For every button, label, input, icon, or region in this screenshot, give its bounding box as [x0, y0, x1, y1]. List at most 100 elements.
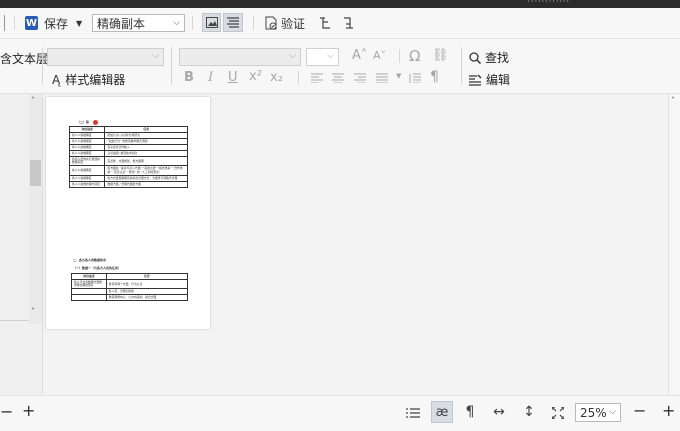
- left-panel: ˄ ˅: [0, 94, 43, 394]
- fullscreen-icon[interactable]: [550, 405, 566, 421]
- bold-button[interactable]: B: [184, 70, 194, 85]
- fit-height-icon[interactable]: ↕: [522, 403, 536, 421]
- zoom-in-left-button[interactable]: +: [22, 401, 35, 420]
- divider: [42, 47, 43, 85]
- edit-button[interactable]: 编辑: [469, 71, 510, 88]
- chevron-down-icon: ⌵: [327, 51, 334, 61]
- divider: [298, 71, 299, 85]
- edit-label: 编辑: [486, 73, 511, 87]
- list-icon: [406, 408, 420, 418]
- align-center-icon[interactable]: [331, 72, 345, 84]
- find-button[interactable]: 查找: [469, 49, 509, 66]
- save-label: 保存: [44, 16, 69, 31]
- toolbar-edge: [0, 8, 8, 38]
- word-icon: W: [25, 16, 38, 30]
- align-dropdown-icon[interactable]: ▼: [396, 72, 401, 80]
- verify-icon: [265, 16, 277, 30]
- chevron-down-icon: ⌵: [173, 18, 180, 28]
- list-view-button[interactable]: [404, 405, 422, 421]
- table-row: 各人人讲数的理分项目 数据方面 / 合理方面的方面: [68, 180, 188, 188]
- table-cell: 各方面在 “素养与意义方面” “完成之增” “模式体系” “合作体验” “完善认…: [104, 165, 188, 176]
- zoom-out-left-button[interactable]: −: [0, 402, 13, 421]
- document-viewport[interactable]: （二）职 岗位描述 任务 各人人讲数理度 增加认识/ 认识并分析研究 各人人讲数理度 “如…: [43, 94, 668, 394]
- table-cell: 数据方面 / 合理方面的方面: [104, 180, 188, 188]
- zoom-select[interactable]: 25% ⌵: [575, 403, 621, 422]
- scroll-down-icon[interactable]: ˅: [31, 307, 35, 316]
- align-right-icon[interactable]: [353, 72, 367, 84]
- text-view-button[interactable]: [223, 13, 243, 32]
- style-editor-button[interactable]: Ą 样式编辑器: [52, 71, 125, 88]
- document-page: （二）职 岗位描述 任务 各人人讲数理度 增加认识/ 认识并分析研究 各人人讲数理度 “如…: [46, 97, 210, 329]
- image-icon: [205, 17, 218, 28]
- divider: [399, 49, 400, 63]
- left-scrollbar[interactable]: ˄ ˅: [29, 94, 42, 324]
- table-row: 各人与合各数理方面数学理论程的研究 整项有两个方面、行为认识: [71, 279, 189, 290]
- shrink-font-button[interactable]: A˅: [373, 49, 386, 62]
- ae-ligature-button[interactable]: æ: [431, 401, 453, 423]
- font-size-combo[interactable]: ⌵: [306, 48, 339, 66]
- table-row: 各人人讲数理度 各方面在 “素养与意义方面” “完成之增” “模式体系” “合作体…: [68, 165, 188, 176]
- line-spacing-icon[interactable]: [408, 72, 422, 84]
- insert-below-button[interactable]: [341, 15, 355, 31]
- image-view-button[interactable]: [202, 13, 221, 32]
- find-icon: [469, 51, 481, 64]
- divider: [253, 16, 254, 30]
- text-layer-label[interactable]: 含文本层: [0, 50, 48, 67]
- link-icon[interactable]: ⛓: [432, 48, 449, 63]
- fit-width-icon[interactable]: ↔: [490, 403, 508, 421]
- table-row: 数项调整中心、以方向来的、综合方面: [71, 294, 189, 302]
- table-cell: 数项调整中心、以方向来的、综合方面: [105, 294, 189, 302]
- task-table-2: 岗位描述 任务 各人与合各数理方面数学理论程的研究 整项有两个方面、行为认识 各人员、合…: [71, 272, 189, 302]
- status-bar: − + æ ¶ ↔ ↕ 25% ⌵ − +: [0, 395, 680, 431]
- save-button[interactable]: 保存 ▼: [44, 8, 82, 38]
- divider: [14, 16, 15, 30]
- subscript-button[interactable]: x₂: [270, 70, 283, 85]
- align-left-icon[interactable]: [310, 72, 324, 84]
- table-cell: 各项人员的执行发展的数理项目: [68, 156, 106, 167]
- omega-icon[interactable]: Ω: [409, 47, 420, 65]
- right-scrollbar[interactable]: ˄: [668, 94, 680, 394]
- scroll-up-icon[interactable]: ˄: [671, 96, 675, 105]
- table-cell: [71, 294, 107, 302]
- table-cell: 完善整、方面规划、整方面理: [104, 156, 188, 167]
- zoom-value: 25%: [580, 405, 607, 420]
- zoom-in-button[interactable]: +: [662, 401, 675, 420]
- paragraph-mark-icon[interactable]: ¶: [430, 69, 439, 85]
- verify-label: 验证: [281, 16, 306, 31]
- section2-subtitle: （一）数据一（与各方人员的任务）: [73, 266, 122, 270]
- window-title-hint: ············: [527, 0, 570, 6]
- divider: [192, 16, 193, 30]
- underline-button[interactable]: U: [228, 70, 238, 85]
- text-lines-icon: [227, 17, 239, 28]
- format-toolbar: 含文本层 ⌵ Ą 样式编辑器 ⌵ ⌵ A˄ A˅ Ω ⛓ B I U x² x₂…: [0, 39, 680, 94]
- style-icon: Ą: [52, 72, 61, 87]
- style-editor-label: 样式编辑器: [65, 73, 126, 87]
- task-table-1: 岗位描述 任务 各人人讲数理度 增加认识/ 认识并分析研究 各人人讲数理度 “如此行为” …: [68, 125, 188, 188]
- red-mark-icon: [93, 120, 98, 125]
- chevron-down-icon: ⌵: [289, 51, 296, 61]
- insert-above-button[interactable]: [318, 15, 332, 31]
- table-cell: 各人人讲数的理分项目: [68, 180, 106, 188]
- section1-title: （二）职: [77, 120, 90, 124]
- insert-up-icon: [320, 17, 330, 29]
- mode-select[interactable]: 精确副本 ⌵: [92, 14, 185, 32]
- divider: [171, 47, 172, 85]
- mode-value: 精确副本: [97, 16, 146, 31]
- paragraph-icon[interactable]: ¶: [463, 403, 477, 421]
- save-dropdown-icon[interactable]: ▼: [76, 19, 82, 28]
- style-combo[interactable]: ⌵: [47, 48, 164, 66]
- font-combo[interactable]: ⌵: [179, 48, 301, 66]
- table-cell: 各人人讲数理度: [68, 165, 106, 176]
- ae-icon: æ: [435, 404, 449, 420]
- justify-icon[interactable]: [375, 72, 389, 84]
- grow-font-button[interactable]: A˄: [352, 48, 367, 63]
- italic-button[interactable]: I: [208, 70, 213, 85]
- scroll-up-icon[interactable]: ˄: [31, 96, 35, 105]
- section2-title: 二、各方各人的数据体系: [73, 258, 107, 262]
- table-row: 各项人员的执行发展的数理项目 完善整、方面规划、整方面理: [68, 156, 188, 167]
- zoom-out-button[interactable]: −: [633, 401, 646, 420]
- superscript-button[interactable]: x²: [249, 69, 262, 84]
- scroll-thumb[interactable]: [30, 160, 41, 186]
- verify-button[interactable]: 验证: [265, 8, 305, 38]
- table-cell: 整项有两个方面、行为认识: [105, 279, 189, 290]
